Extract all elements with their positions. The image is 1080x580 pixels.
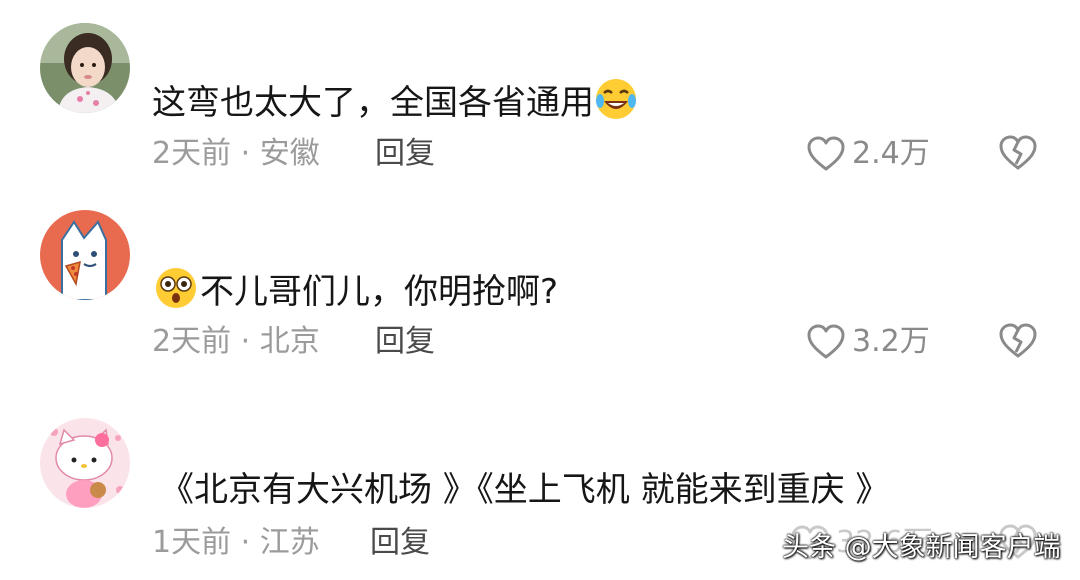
avatar[interactable] [40, 418, 130, 508]
broken-heart-icon [999, 323, 1037, 358]
comment-meta: 1天前 · 江苏 [152, 523, 320, 563]
comment-time: 2天前 [152, 324, 232, 359]
dislike-button[interactable] [998, 134, 1038, 176]
comment-item: 这弯也太大了，全国各省通用 2天前 · 安徽 回复 2.4万 [0, 0, 1080, 190]
comment-text-content: 这弯也太大了，全国各省通用 [152, 83, 594, 123]
comment-item: 不儿哥们儿，你明抢啊? 2天前 · 北京 回复 3.2万 [0, 190, 1080, 380]
comment-text: 不儿哥们儿，你明抢啊? [152, 266, 558, 321]
like-button[interactable]: 2.4万 [806, 134, 930, 174]
comment-text-content: 不儿哥们儿，你明抢啊? [200, 272, 559, 312]
meta-separator: · [231, 136, 260, 171]
comment-time: 1天前 [152, 525, 232, 560]
reply-button[interactable]: 回复 [370, 523, 430, 563]
like-count: 2.4万 [852, 136, 930, 171]
comment-text: 《北京有大兴机场 》《坐上飞机 就能来到重庆 》 [160, 468, 889, 512]
comment-meta: 2天前 · 北京 [152, 322, 320, 362]
comment-location: 江苏 [259, 525, 320, 560]
comment-meta: 2天前 · 安徽 [152, 134, 320, 174]
heart-outline-icon [807, 136, 845, 171]
broken-heart-icon [999, 135, 1037, 170]
comment-location: 北京 [259, 324, 320, 359]
laugh-cry-emoji [594, 77, 638, 132]
meta-separator: · [231, 324, 260, 359]
reply-button[interactable]: 回复 [375, 322, 435, 362]
like-button[interactable]: 3.2万 [806, 322, 930, 362]
avatar[interactable] [40, 210, 130, 300]
dislike-button[interactable] [998, 322, 1038, 364]
source-watermark: 头条 @大象新闻客户端 [782, 532, 1061, 563]
reply-button[interactable]: 回复 [375, 134, 435, 174]
comment-location: 安徽 [259, 136, 320, 171]
meta-separator: · [231, 525, 260, 560]
flushed-emoji [152, 266, 200, 321]
heart-outline-icon [807, 324, 845, 359]
comment-text: 这弯也太大了，全国各省通用 [152, 77, 638, 132]
like-count: 3.2万 [852, 324, 930, 359]
comment-time: 2天前 [152, 136, 232, 171]
avatar[interactable] [40, 23, 130, 113]
comment-text-content: 《北京有大兴机场 》《坐上飞机 就能来到重庆 》 [160, 470, 890, 510]
